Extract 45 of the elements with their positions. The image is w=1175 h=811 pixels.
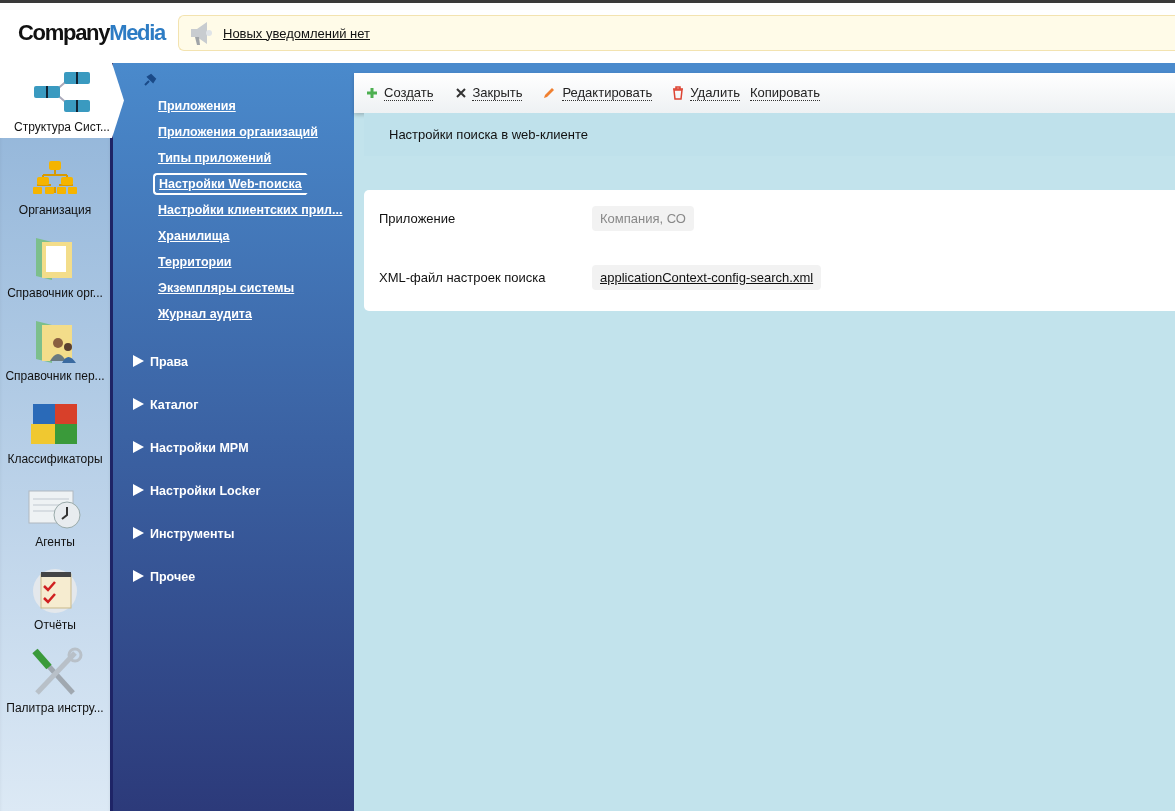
plus-icon [366, 87, 378, 99]
module-tab[interactable]: Агенты [0, 478, 110, 553]
module-tab[interactable]: Организация [0, 146, 110, 221]
nav-link[interactable]: Экземпляры системы [158, 275, 295, 301]
caret-right-icon[interactable] [133, 441, 144, 453]
field-label: Приложение [379, 211, 457, 226]
toolbar-button[interactable]: Удалить [672, 85, 740, 101]
field-label: XML-файл настроек поиска [379, 270, 547, 285]
section-label[interactable]: Настройки MPM [150, 441, 249, 455]
trash-icon [672, 86, 685, 100]
toolbar-button[interactable]: Создать [366, 85, 434, 101]
nav-link[interactable]: Хранилища [158, 223, 230, 249]
nav-link[interactable]: Территории [158, 249, 232, 275]
readonly-field: Компания, СО [592, 206, 694, 231]
clock-document-icon [27, 487, 83, 531]
toolbar-button[interactable]: Редактировать [542, 85, 653, 101]
nav-link[interactable]: Типы приложений [158, 145, 272, 171]
toolbar-button[interactable]: Закрыть [456, 85, 523, 101]
caret-right-icon[interactable] [133, 484, 144, 496]
nav-link[interactable]: Приложения организаций [158, 119, 318, 145]
section-label[interactable]: Прочее [150, 570, 196, 584]
toolbar-button[interactable]: Копировать [749, 85, 820, 101]
company-logo: CompanyMedia [18, 20, 165, 46]
section-label[interactable]: Настройки Locker [150, 484, 261, 498]
pencil-icon [542, 86, 557, 100]
module-tab[interactable]: Справочник пер... [0, 312, 110, 387]
nav-link[interactable]: Настройки клиентских прил... [158, 197, 343, 223]
pin-icon[interactable] [143, 73, 157, 87]
module-tab[interactable]: Структура Сист... [0, 63, 124, 138]
section-label[interactable]: Инструменты [150, 527, 235, 541]
module-tab[interactable]: Палитра инстру... [0, 644, 110, 719]
nav-link[interactable]: Журнал аудита [158, 301, 252, 327]
caret-right-icon[interactable] [133, 527, 144, 539]
module-tab[interactable]: Классификаторы [0, 395, 110, 470]
section-label[interactable]: Каталог [150, 398, 199, 412]
nav-link[interactable]: Приложения [158, 93, 236, 119]
caret-right-icon[interactable] [133, 398, 144, 410]
module-tab[interactable]: Отчёты [0, 561, 110, 636]
file-link-field[interactable]: applicationContext-config-search.xml [592, 265, 822, 290]
caret-right-icon[interactable] [133, 355, 144, 367]
section-label[interactable]: Права [150, 355, 189, 369]
notification-link[interactable]: Новых уведомлений нет [223, 25, 370, 41]
close-icon [456, 88, 467, 98]
module-tab[interactable]: Справочник орг... [0, 229, 110, 304]
caret-right-icon[interactable] [133, 570, 144, 582]
